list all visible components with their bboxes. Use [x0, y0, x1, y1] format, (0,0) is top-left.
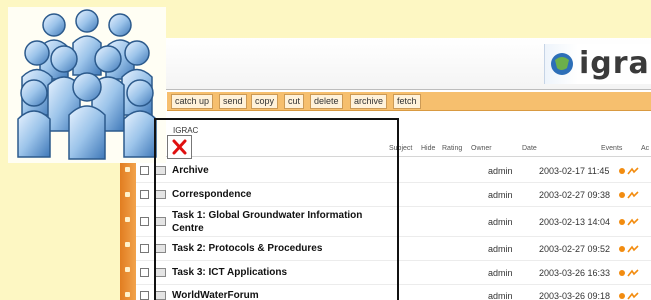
send-button[interactable]: send — [219, 94, 247, 109]
row-owner: admin — [488, 190, 513, 200]
people-group-icon — [8, 7, 166, 163]
row-owner: admin — [488, 268, 513, 278]
row-checkbox[interactable] — [140, 217, 149, 226]
row-date: 2003-02-27 09:52 — [539, 244, 611, 254]
sidebar-marker — [125, 167, 130, 172]
column-rating[interactable]: Rating — [442, 145, 462, 152]
event-icon[interactable] — [618, 244, 642, 254]
column-date[interactable]: Date — [522, 145, 537, 152]
copy-button[interactable]: copy — [251, 94, 279, 109]
sidebar-marker — [125, 192, 130, 197]
row-owner: admin — [488, 166, 513, 176]
row-checkbox[interactable] — [140, 190, 149, 199]
row-checkbox[interactable] — [140, 291, 149, 300]
column-events[interactable]: Events — [601, 145, 622, 152]
row-owner: admin — [488, 217, 513, 227]
cut-button[interactable]: cut — [284, 94, 305, 109]
archive-button[interactable]: archive — [350, 94, 388, 109]
sidebar-marker — [125, 242, 130, 247]
sidebar-marker — [125, 217, 130, 222]
sidebar-marker — [125, 267, 130, 272]
row-date: 2003-03-26 09:18 — [539, 291, 611, 300]
row-date: 2003-02-27 09:38 — [539, 190, 611, 200]
top-bar: igrac — [120, 38, 651, 90]
toolbar: catch up send copy cut delete archive fe… — [167, 92, 651, 111]
row-date: 2003-02-13 14:04 — [539, 217, 611, 227]
row-checkbox[interactable] — [140, 244, 149, 253]
column-actions[interactable]: Ac — [641, 145, 649, 152]
fetch-button[interactable]: fetch — [393, 94, 421, 109]
column-owner[interactable]: Owner — [471, 145, 492, 152]
catch-up-button[interactable]: catch up — [171, 94, 214, 109]
row-checkbox[interactable] — [140, 268, 149, 277]
close-icon[interactable] — [167, 135, 192, 159]
row-owner: admin — [488, 244, 513, 254]
column-hide[interactable]: Hide — [421, 145, 435, 152]
globe-icon — [551, 53, 573, 75]
event-icon[interactable] — [618, 166, 642, 176]
row-date: 2003-03-26 16:33 — [539, 268, 611, 278]
sidebar-marker — [125, 292, 130, 297]
logo-text: igrac — [579, 46, 651, 81]
event-icon[interactable] — [618, 291, 642, 300]
event-icon[interactable] — [618, 268, 642, 278]
event-icon[interactable] — [618, 190, 642, 200]
delete-button[interactable]: delete — [310, 94, 343, 109]
event-icon[interactable] — [618, 217, 642, 227]
igrac-logo: igrac — [544, 44, 651, 84]
row-date: 2003-02-17 11:45 — [539, 166, 610, 176]
row-checkbox[interactable] — [140, 166, 149, 175]
row-owner: admin — [488, 291, 513, 300]
